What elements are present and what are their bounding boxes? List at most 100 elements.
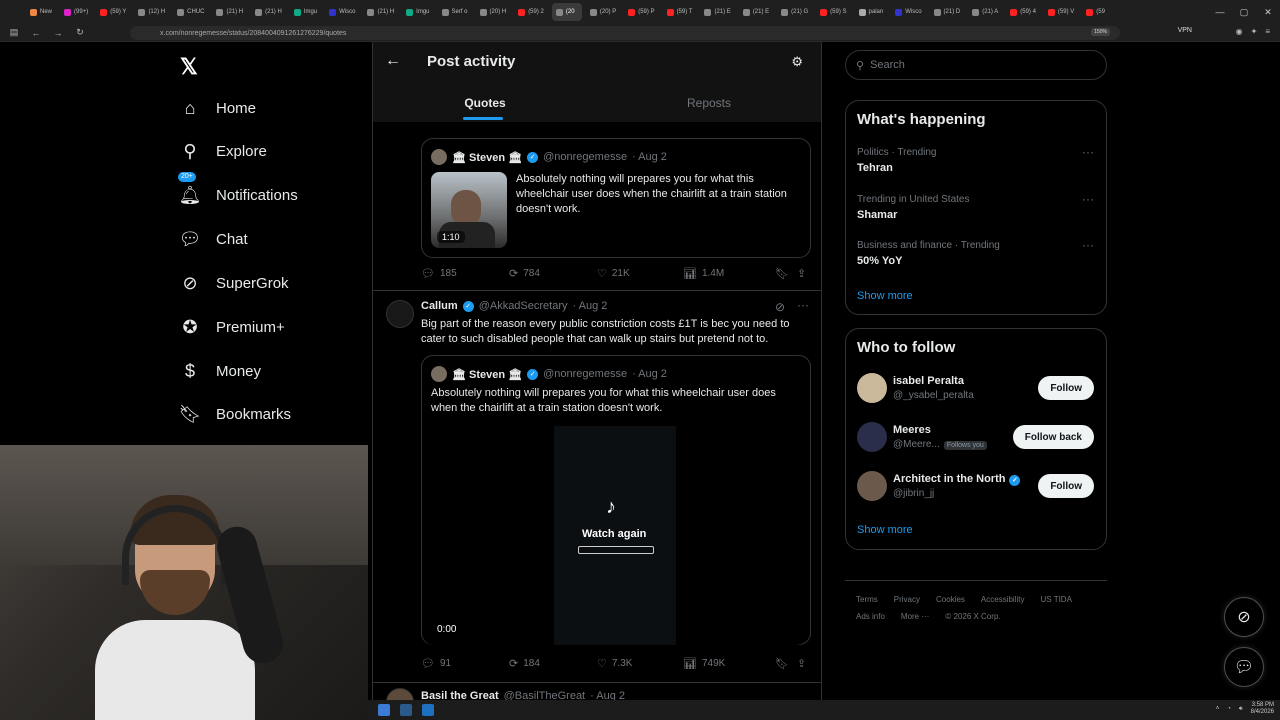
footer-link[interactable]: US TIDA <box>1041 595 1072 604</box>
more-options-icon[interactable]: ··· <box>1082 238 1094 252</box>
chat-fab-icon[interactable]: 💬︎ <box>1224 647 1264 687</box>
nav-item-explore[interactable]: ⚲ Explore <box>178 136 266 166</box>
nav-item-chat[interactable]: 💬︎ Chat <box>178 224 248 254</box>
share-button[interactable]: ⇪ <box>797 657 806 670</box>
bookmark-button[interactable]: 🔖︎ <box>775 267 789 280</box>
repost-button[interactable]: ⟳ 784 <box>509 267 540 280</box>
user-name[interactable]: Architect in the North ✓ <box>893 473 1021 486</box>
footer-link[interactable]: Accessibility <box>981 595 1025 604</box>
follow-button[interactable]: Follow <box>1038 376 1094 400</box>
footer-link[interactable]: Privacy <box>894 595 920 604</box>
x-logo-icon[interactable]: 𝕏 <box>180 54 198 80</box>
browser-tab[interactable]: (59) 2 <box>514 3 548 21</box>
avatar[interactable] <box>431 149 447 165</box>
avatar[interactable] <box>857 471 887 501</box>
browser-tab[interactable]: (59) P <box>624 3 658 21</box>
like-button[interactable]: ♡ 7.3K <box>597 657 632 670</box>
bookmark-button[interactable]: 🔖︎ <box>775 657 789 670</box>
sidebar-toggle-icon[interactable]: ▤ <box>8 27 20 38</box>
browser-tab[interactable]: New <box>26 3 56 21</box>
video-thumbnail[interactable]: 1:10 <box>431 172 507 248</box>
footer-link[interactable]: Terms <box>856 595 878 604</box>
taskbar-app-icon[interactable] <box>378 704 390 716</box>
minimize-icon[interactable]: — <box>1208 7 1232 17</box>
share-button[interactable]: ⇪ <box>797 267 806 280</box>
browser-tab[interactable]: (20 <box>551 3 582 21</box>
vpn-button[interactable]: VPN <box>1178 27 1192 34</box>
video-player[interactable]: ♪ Watch again 0:00 <box>422 426 808 645</box>
clock[interactable]: 3:58 PM 8/4/2026 <box>1251 702 1274 716</box>
footer-link[interactable]: Cookies <box>936 595 965 604</box>
footer-link[interactable]: More ··· <box>901 612 929 621</box>
browser-tab[interactable]: (12) H <box>134 3 169 21</box>
browser-tab[interactable]: (59) T <box>663 3 697 21</box>
browser-tab[interactable]: (21) A <box>968 3 1002 21</box>
views-button[interactable]: 📊︎ 1.4M <box>683 267 724 280</box>
browser-tab[interactable]: Wisco <box>325 3 359 21</box>
footer-link[interactable]: Ads info <box>856 612 885 621</box>
back-arrow-icon[interactable]: ← <box>385 52 401 70</box>
like-button[interactable]: ♡ 21K <box>597 267 630 280</box>
browser-tab[interactable]: (21) G <box>777 3 812 21</box>
volume-icon[interactable]: 🔊︎ <box>1239 706 1243 713</box>
browser-tab[interactable]: palan <box>855 3 888 21</box>
more-options-icon[interactable]: ··· <box>1082 145 1094 159</box>
browser-tab[interactable]: (20) P <box>586 3 620 21</box>
more-options-icon[interactable]: ··· <box>797 298 809 312</box>
wifi-icon[interactable]: ◔ <box>1227 706 1231 712</box>
quoted-post-card[interactable]: 🏛 Steven 🏛 ✓ @nonregemesse · Aug 2 Absol… <box>421 355 811 645</box>
repost-button[interactable]: ⟳ 184 <box>509 657 540 670</box>
follow-button[interactable]: Follow <box>1038 474 1094 498</box>
grok-icon[interactable]: ⊘ <box>775 300 785 314</box>
avatar[interactable] <box>386 300 414 328</box>
reload-icon[interactable]: ↻ <box>74 27 86 38</box>
browser-tab[interactable]: (21) E <box>700 3 734 21</box>
nav-item-supergrok[interactable]: ⊘ SuperGrok <box>178 268 288 298</box>
menu-icon[interactable]: ≡ <box>1265 27 1270 36</box>
close-window-icon[interactable]: ✕ <box>1256 7 1280 18</box>
author-handle[interactable]: @nonregemesse <box>543 151 627 163</box>
browser-tab[interactable]: (21) D <box>930 3 965 21</box>
avatar[interactable] <box>857 373 887 403</box>
grok-fab-icon[interactable]: ⊘ <box>1224 597 1264 637</box>
browser-tab[interactable]: (20) H <box>476 3 511 21</box>
views-button[interactable]: 📊︎ 749K <box>683 657 725 670</box>
nav-item-home[interactable]: ⌂ Home <box>178 93 256 123</box>
browser-tab[interactable]: Wisco <box>891 3 925 21</box>
author-handle[interactable]: @nonregemesse <box>543 368 627 380</box>
tab-quotes[interactable]: Quotes <box>373 92 597 122</box>
browser-tab[interactable]: (59) Y <box>96 3 130 21</box>
user-name[interactable]: Meeres <box>893 424 931 436</box>
nav-item-premium[interactable]: ✪ Premium+ <box>178 312 284 342</box>
author-name[interactable]: Callum <box>421 300 458 312</box>
reply-button[interactable]: 💬︎ 185 <box>421 267 457 280</box>
user-name[interactable]: isabel Peralta <box>893 375 964 387</box>
steam-icon[interactable] <box>400 704 412 716</box>
author-name[interactable]: 🏛 Steven 🏛 <box>452 151 522 164</box>
browser-tab[interactable]: (21) H <box>251 3 286 21</box>
profile-icon[interactable]: ◉ <box>1236 27 1243 36</box>
browser-tab[interactable]: (59) 4 <box>1006 3 1040 21</box>
taskbar-app-icon[interactable] <box>422 704 434 716</box>
footer-link[interactable]: © 2026 X Corp. <box>945 612 1000 621</box>
avatar[interactable] <box>431 366 447 382</box>
show-more-link[interactable]: Show more <box>857 290 913 302</box>
follow-button[interactable]: Follow back <box>1012 425 1094 449</box>
browser-tab[interactable]: Serf o <box>438 3 472 21</box>
forward-icon[interactable]: → <box>52 28 64 38</box>
browser-tab[interactable]: CHUC <box>173 3 208 21</box>
browser-tab[interactable]: (99+) <box>60 3 92 21</box>
extensions-icon[interactable]: ✦ <box>1251 27 1258 36</box>
browser-tab[interactable]: (21) E <box>739 3 773 21</box>
browser-tab[interactable]: (59 <box>1082 3 1112 21</box>
browser-tab[interactable]: (59) S <box>816 3 850 21</box>
zoom-badge[interactable]: 150% <box>1091 28 1110 36</box>
back-icon[interactable]: ← <box>30 28 42 38</box>
browser-tab[interactable]: Imgu <box>290 3 321 21</box>
author-name[interactable]: 🏛 Steven 🏛 <box>452 368 522 381</box>
avatar[interactable] <box>857 422 887 452</box>
quoted-post-card[interactable]: 🏛 Steven 🏛 ✓ @nonregemesse · Aug 2 1:10 … <box>421 138 811 258</box>
show-more-link[interactable]: Show more <box>857 524 913 536</box>
maximize-icon[interactable]: ▢ <box>1232 7 1256 18</box>
more-options-icon[interactable]: ··· <box>1082 192 1094 206</box>
